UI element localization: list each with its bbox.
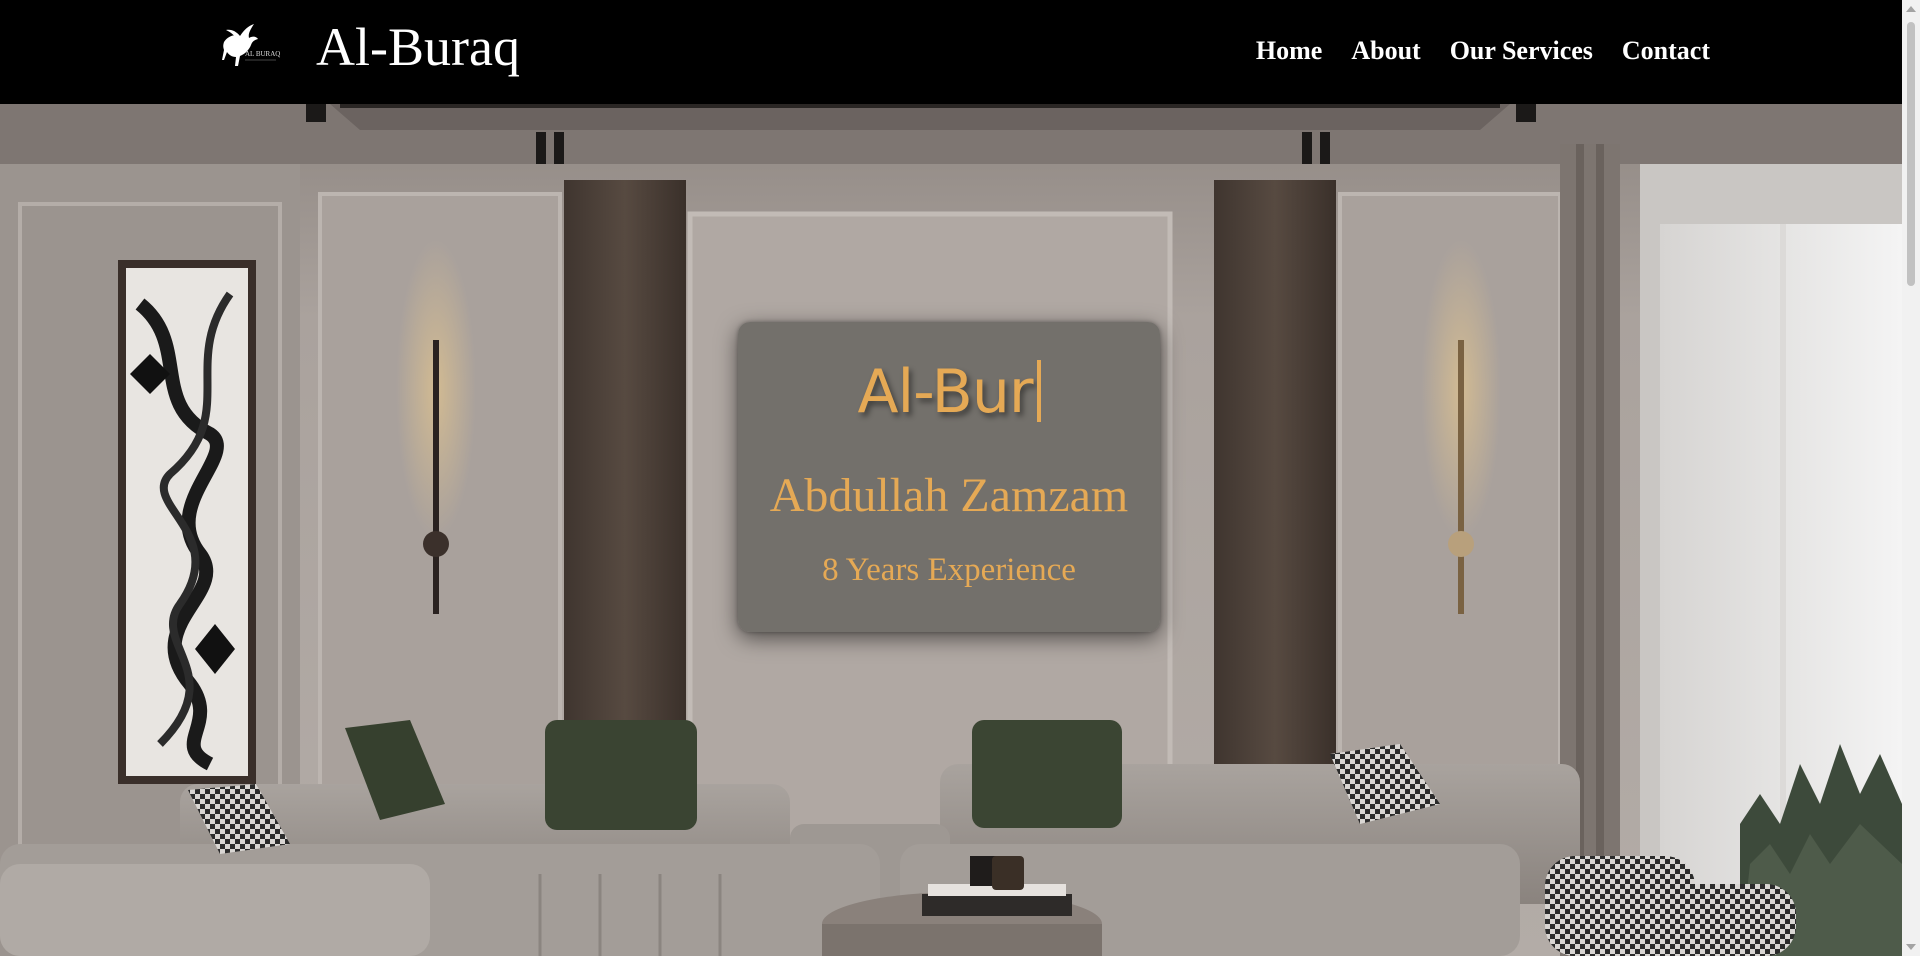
scroll-thumb[interactable] (1907, 22, 1915, 286)
site-header: AL BURAQ Al-Buraq Home About Our Service… (0, 0, 1902, 104)
logo-caption: AL BURAQ (245, 50, 280, 58)
nav-services-link[interactable]: Our Services (1450, 30, 1593, 72)
designer-name: Abdullah Zamzam (769, 469, 1129, 522)
scroll-up-icon[interactable] (1906, 6, 1916, 12)
typing-headline: Al-Bur (738, 352, 1160, 432)
page-scrollbar[interactable] (1902, 0, 1920, 956)
nav-home-link[interactable]: Home (1256, 30, 1322, 72)
nav-about-link[interactable]: About (1351, 30, 1420, 72)
main-nav: Home About Our Services Contact (1256, 30, 1710, 72)
page: AL BURAQ Al-Buraq Home About Our Service… (0, 0, 1920, 956)
text-cursor (1036, 360, 1041, 422)
scroll-down-icon[interactable] (1906, 944, 1916, 950)
nav-contact-link[interactable]: Contact (1622, 30, 1710, 72)
experience-label: 8 Years Experience (822, 552, 1076, 588)
brand-title[interactable]: Al-Buraq (316, 14, 520, 80)
pegasus-logo-icon[interactable]: AL BURAQ (218, 22, 280, 72)
typing-text: Al-Bur (857, 357, 1033, 427)
intro-card: Al-Bur Abdullah Zamzam 8 Years Experienc… (738, 322, 1160, 632)
